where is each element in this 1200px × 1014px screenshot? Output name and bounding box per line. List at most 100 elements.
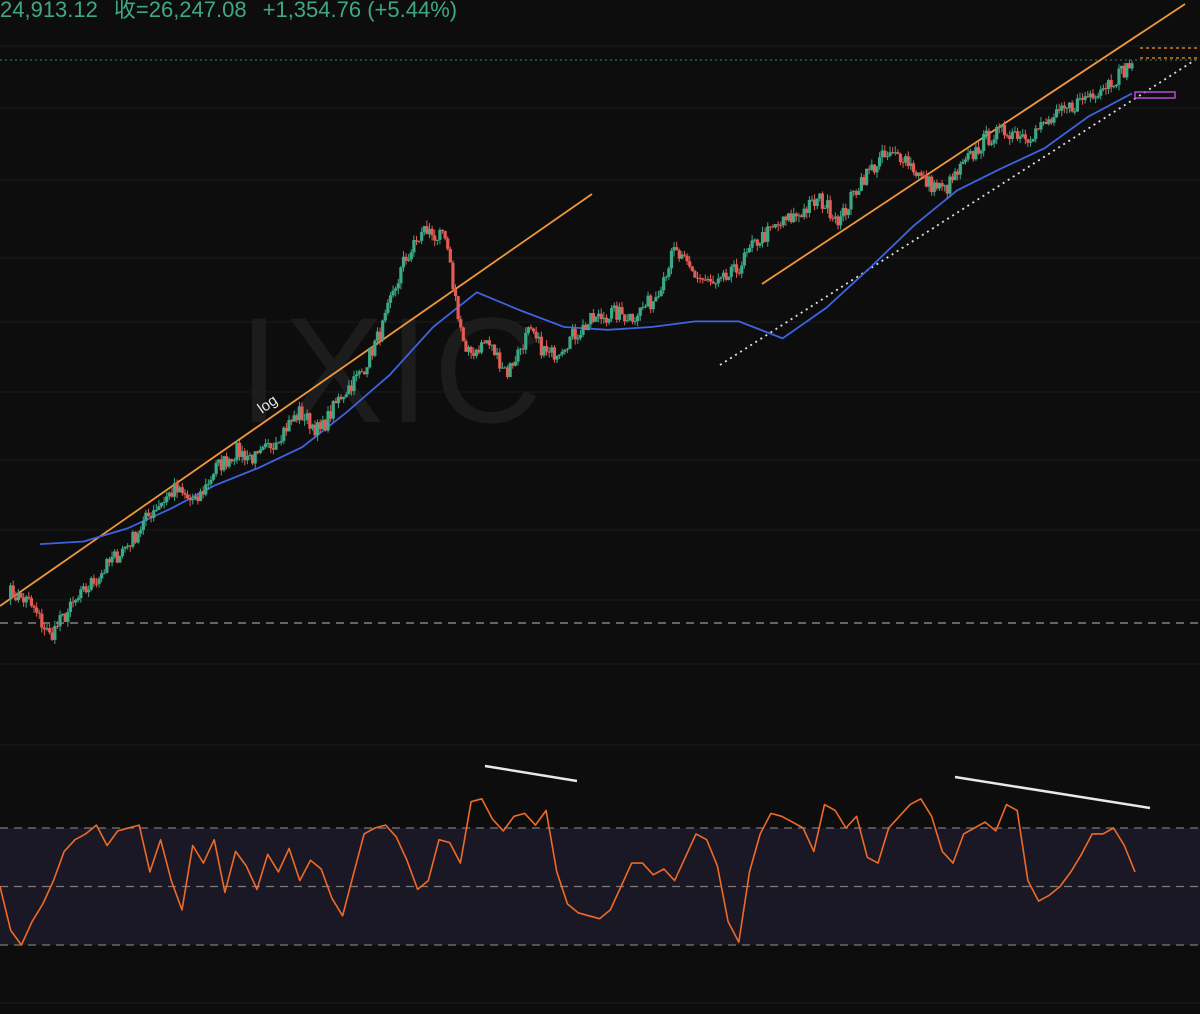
oscillator-band: [0, 827, 1200, 946]
candle-body: [711, 281, 715, 284]
candle-body: [878, 157, 882, 167]
candle-body: [742, 252, 746, 266]
candle-body: [11, 585, 15, 598]
candle-body: [885, 155, 890, 157]
candle-body: [157, 506, 161, 510]
candle-body: [1075, 98, 1079, 112]
candle-body: [766, 226, 770, 242]
candle-body: [919, 172, 923, 176]
trendlines[interactable]: [0, 3, 1200, 607]
divergence-line-2: [954, 775, 1151, 810]
candle-body: [448, 248, 452, 263]
candle-body: [610, 308, 614, 319]
candle-body: [823, 208, 827, 210]
header-value-1: 24,913.12: [0, 0, 98, 22]
candle-body: [381, 320, 385, 341]
candle-body: [1018, 136, 1022, 139]
candle-body: [667, 268, 671, 277]
candle-body: [750, 240, 754, 248]
candle-body: [146, 512, 151, 516]
candle-body: [896, 152, 900, 155]
candle-body: [563, 349, 567, 352]
candle-body: [459, 319, 463, 328]
candle-body: [391, 290, 395, 296]
candle-body: [120, 548, 125, 557]
candle-body: [555, 355, 559, 360]
candle-body: [451, 262, 455, 290]
candle-body: [76, 598, 80, 601]
candle-body: [123, 546, 127, 549]
candle-body: [74, 600, 78, 603]
candle-body: [685, 255, 689, 262]
candle-body: [498, 352, 502, 369]
candle-body: [625, 320, 629, 322]
price-chart[interactable]: log: [0, 0, 1200, 1014]
candle-body: [865, 168, 869, 185]
candle-body: [139, 530, 143, 534]
candle-body: [435, 239, 439, 241]
candle-body: [992, 139, 996, 144]
candle-body: [516, 349, 520, 362]
candle-body: [636, 315, 640, 322]
candle-body: [776, 224, 780, 226]
candle-body: [1028, 141, 1033, 143]
candle-body: [963, 159, 968, 162]
candle-body: [261, 446, 265, 450]
candle-body: [688, 261, 692, 267]
candle-body: [734, 264, 739, 273]
candle-body: [1052, 117, 1056, 123]
candle-body: [32, 605, 36, 608]
candle-body: [214, 462, 218, 475]
candle-body: [433, 235, 437, 241]
candle-body: [438, 229, 442, 240]
candle-body: [211, 474, 216, 480]
upper-trendline-1: [0, 193, 593, 607]
candle-body: [544, 345, 549, 352]
candle-body: [118, 556, 122, 563]
candle-body: [607, 318, 611, 323]
candle-body: [659, 290, 663, 297]
candle-body: [141, 520, 145, 531]
candle-body: [529, 327, 533, 329]
candle-body: [1070, 102, 1074, 112]
candle-body: [453, 289, 458, 297]
candle-body: [469, 346, 473, 353]
candle-body: [828, 200, 832, 219]
candle-body: [159, 502, 164, 507]
candle-body: [1062, 105, 1066, 108]
header-change: +1,354.76 (+5.44%): [262, 0, 458, 22]
candle-body: [727, 276, 731, 280]
candle-body: [232, 460, 236, 462]
candle-body: [740, 265, 744, 274]
candles-layer: [9, 59, 1134, 644]
candle-body: [276, 442, 281, 444]
candle-body: [669, 250, 674, 269]
candle-body: [630, 313, 635, 322]
candle-body: [815, 198, 819, 207]
candle-body: [407, 259, 411, 261]
candle-body: [209, 479, 213, 484]
candle-body: [303, 419, 307, 421]
candle-body: [1010, 132, 1014, 139]
candle-body: [479, 342, 484, 353]
candle-body: [263, 443, 268, 447]
range-marker: [1134, 91, 1176, 99]
candle-body: [1034, 128, 1038, 139]
candle-body: [165, 496, 169, 503]
candle-body: [586, 324, 590, 330]
candle-body: [560, 351, 564, 355]
candle-body: [94, 583, 99, 585]
candle-body: [420, 232, 424, 241]
candle-body: [443, 231, 447, 239]
candle-body: [373, 340, 377, 356]
candle-body: [383, 312, 387, 321]
candle-body: [662, 277, 666, 291]
candle-body: [729, 266, 733, 277]
candle-body: [708, 278, 713, 282]
candle-body: [386, 302, 390, 313]
candle-body: [1112, 86, 1116, 88]
candle-body: [745, 251, 749, 253]
candle-body: [820, 193, 824, 209]
candle-body: [87, 589, 91, 593]
candle-body: [102, 572, 106, 574]
